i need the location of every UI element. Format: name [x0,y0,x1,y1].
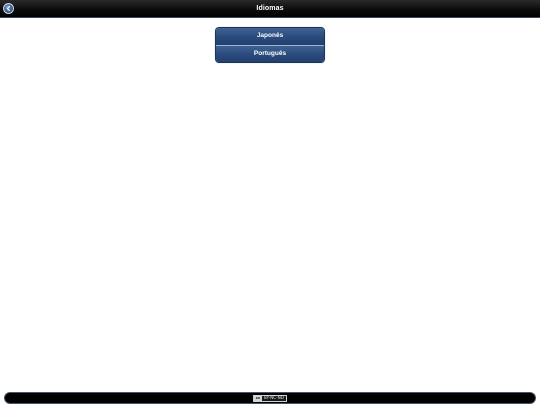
page-title: Idiomas [256,5,284,12]
navigation-bar: Idiomas [0,0,540,18]
app-screen: Idiomas Japonês Português cc BY-NC-ND [0,0,540,405]
license-text: BY-NC-ND [263,395,285,400]
language-item-japanese[interactable]: Japonês [216,28,324,45]
footer-bar: cc BY-NC-ND [4,392,536,404]
license-badge[interactable]: cc BY-NC-ND [252,394,288,402]
creative-commons-icon: cc [253,395,262,401]
language-item-portuguese[interactable]: Português [216,45,324,62]
language-list: Japonês Português [215,27,325,63]
